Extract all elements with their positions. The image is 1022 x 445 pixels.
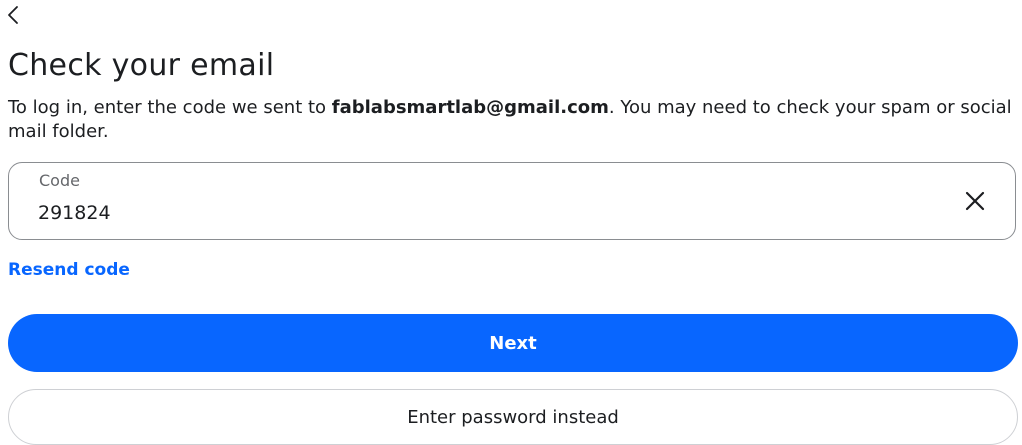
chevron-left-icon bbox=[6, 4, 20, 26]
instructions-text: To log in, enter the code we sent to fab… bbox=[8, 96, 1014, 144]
instructions-prefix: To log in, enter the code we sent to bbox=[8, 97, 332, 118]
code-input[interactable] bbox=[38, 199, 898, 227]
enter-password-button[interactable]: Enter password instead bbox=[8, 389, 1018, 445]
close-icon bbox=[963, 189, 987, 213]
page-title: Check your email bbox=[8, 48, 275, 83]
instructions-email: fablabsmartlab@gmail.com bbox=[331, 97, 609, 118]
resend-code-link[interactable]: Resend code bbox=[8, 258, 130, 282]
back-button[interactable] bbox=[6, 0, 34, 30]
code-label: Code bbox=[39, 171, 80, 190]
code-field[interactable]: Code bbox=[8, 162, 1016, 240]
next-button[interactable]: Next bbox=[8, 314, 1018, 372]
clear-button[interactable] bbox=[963, 189, 987, 213]
